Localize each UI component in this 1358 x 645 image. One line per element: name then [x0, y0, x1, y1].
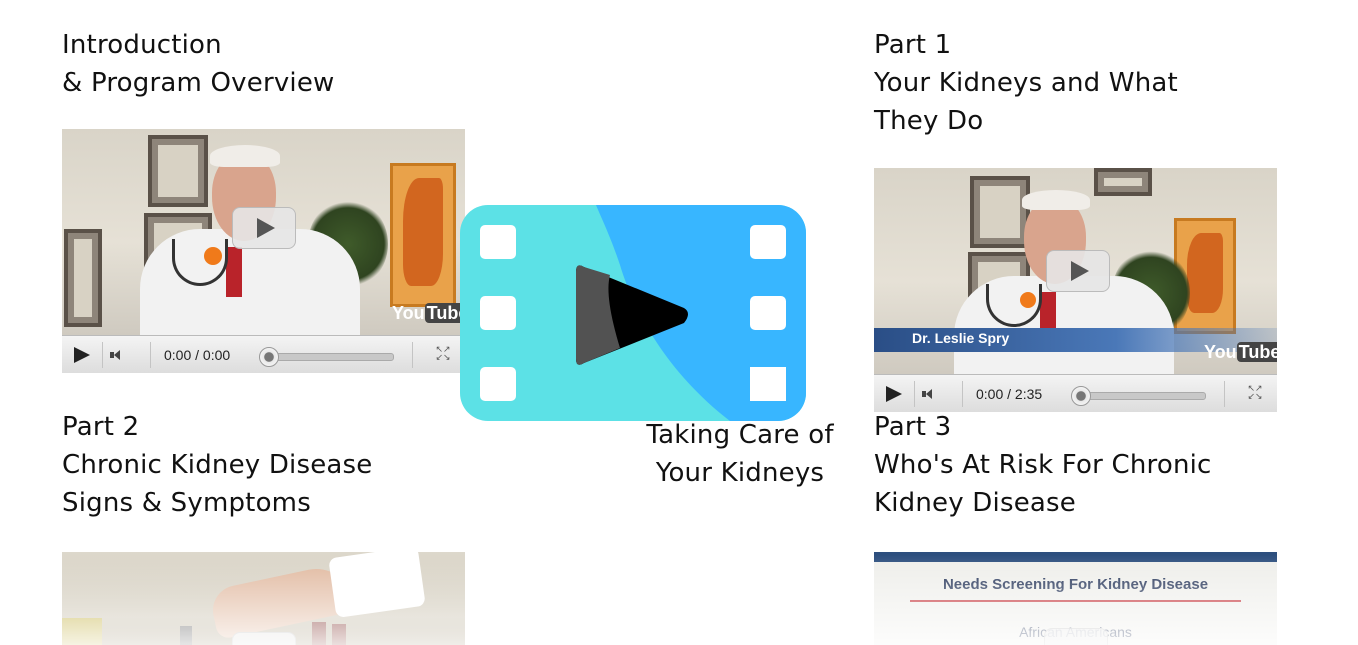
part2-title-line2: Chronic Kidney Disease [62, 450, 373, 480]
youtube-logo: You Tube [1204, 342, 1277, 363]
part3-video-play-button[interactable] [1044, 628, 1108, 645]
volume-icon[interactable] [110, 350, 126, 360]
part6-title: Taking Care of Your Kidneys [620, 416, 860, 492]
intro-video-time: 0:00 / 0:00 [164, 347, 231, 363]
intro-video-controls: 0:00 / 0:00 ↖↗ ↙↘ [62, 335, 465, 373]
seek-knob[interactable] [1071, 386, 1091, 406]
part2-video-player[interactable] [62, 552, 465, 645]
part2-title: Part 2 Chronic Kidney Disease Signs & Sy… [62, 408, 372, 522]
part1-video-time: 0:00 / 2:35 [976, 386, 1043, 402]
part1-video-controls: 0:00 / 2:35 ↖↗ ↙↘ [874, 374, 1277, 412]
part6-title-line2: Taking Care of [646, 420, 834, 450]
part6-title-line3: Your Kidneys [655, 458, 825, 488]
intro-video-player[interactable]: You Tube 0:00 / 0:00 ↖↗ ↙↘ [62, 129, 465, 373]
play-icon[interactable] [74, 347, 90, 363]
part2-video-play-button[interactable] [232, 632, 296, 645]
intro-title-line1: Introduction [62, 30, 222, 60]
fullscreen-icon[interactable]: ↖↗ ↙↘ [1247, 385, 1263, 402]
volume-icon[interactable] [922, 389, 938, 399]
part1-title-line1: Part 1 [874, 30, 952, 60]
part1-title-line2: Your Kidneys and What [874, 68, 1178, 98]
part1-video-play-button[interactable] [1046, 250, 1110, 292]
part3-title: Part 3 Who's At Risk For Chronic Kidney … [874, 408, 1212, 522]
part1-video-player[interactable]: Dr. Leslie Spry You Tube 0:00 / 2:35 ↖↗ ↙↘ [874, 168, 1277, 412]
intro-video-play-button[interactable] [232, 207, 296, 249]
intro-video-thumbnail[interactable]: You Tube [62, 129, 465, 339]
part3-video-player[interactable]: Needs Screening For Kidney Disease Afric… [874, 552, 1277, 645]
intro-video-seek-bar[interactable] [259, 347, 394, 367]
part2-title-line3: Signs & Symptoms [62, 488, 311, 518]
part1-video-thumbnail[interactable]: Dr. Leslie Spry You Tube [874, 168, 1277, 376]
part1-title-line3: They Do [874, 106, 984, 136]
video-film-play-icon[interactable] [460, 205, 806, 421]
intro-title-line2: & Program Overview [62, 68, 335, 98]
part3-title-line2: Who's At Risk For Chronic [874, 450, 1212, 480]
play-icon[interactable] [886, 386, 902, 402]
intro-title: Introduction & Program Overview [62, 26, 335, 102]
seek-knob[interactable] [259, 347, 279, 367]
part3-title-line3: Kidney Disease [874, 488, 1076, 518]
part1-title: Part 1 Your Kidneys and What They Do [874, 26, 1178, 140]
slide-heading: Needs Screening For Kidney Disease [942, 576, 1209, 593]
part2-title-line1: Part 2 [62, 412, 140, 442]
part3-title-line1: Part 3 [874, 412, 952, 442]
youtube-logo: You Tube [392, 303, 465, 324]
fullscreen-icon[interactable]: ↖↗ ↙↘ [435, 346, 451, 363]
part1-video-seek-bar[interactable] [1071, 386, 1206, 406]
